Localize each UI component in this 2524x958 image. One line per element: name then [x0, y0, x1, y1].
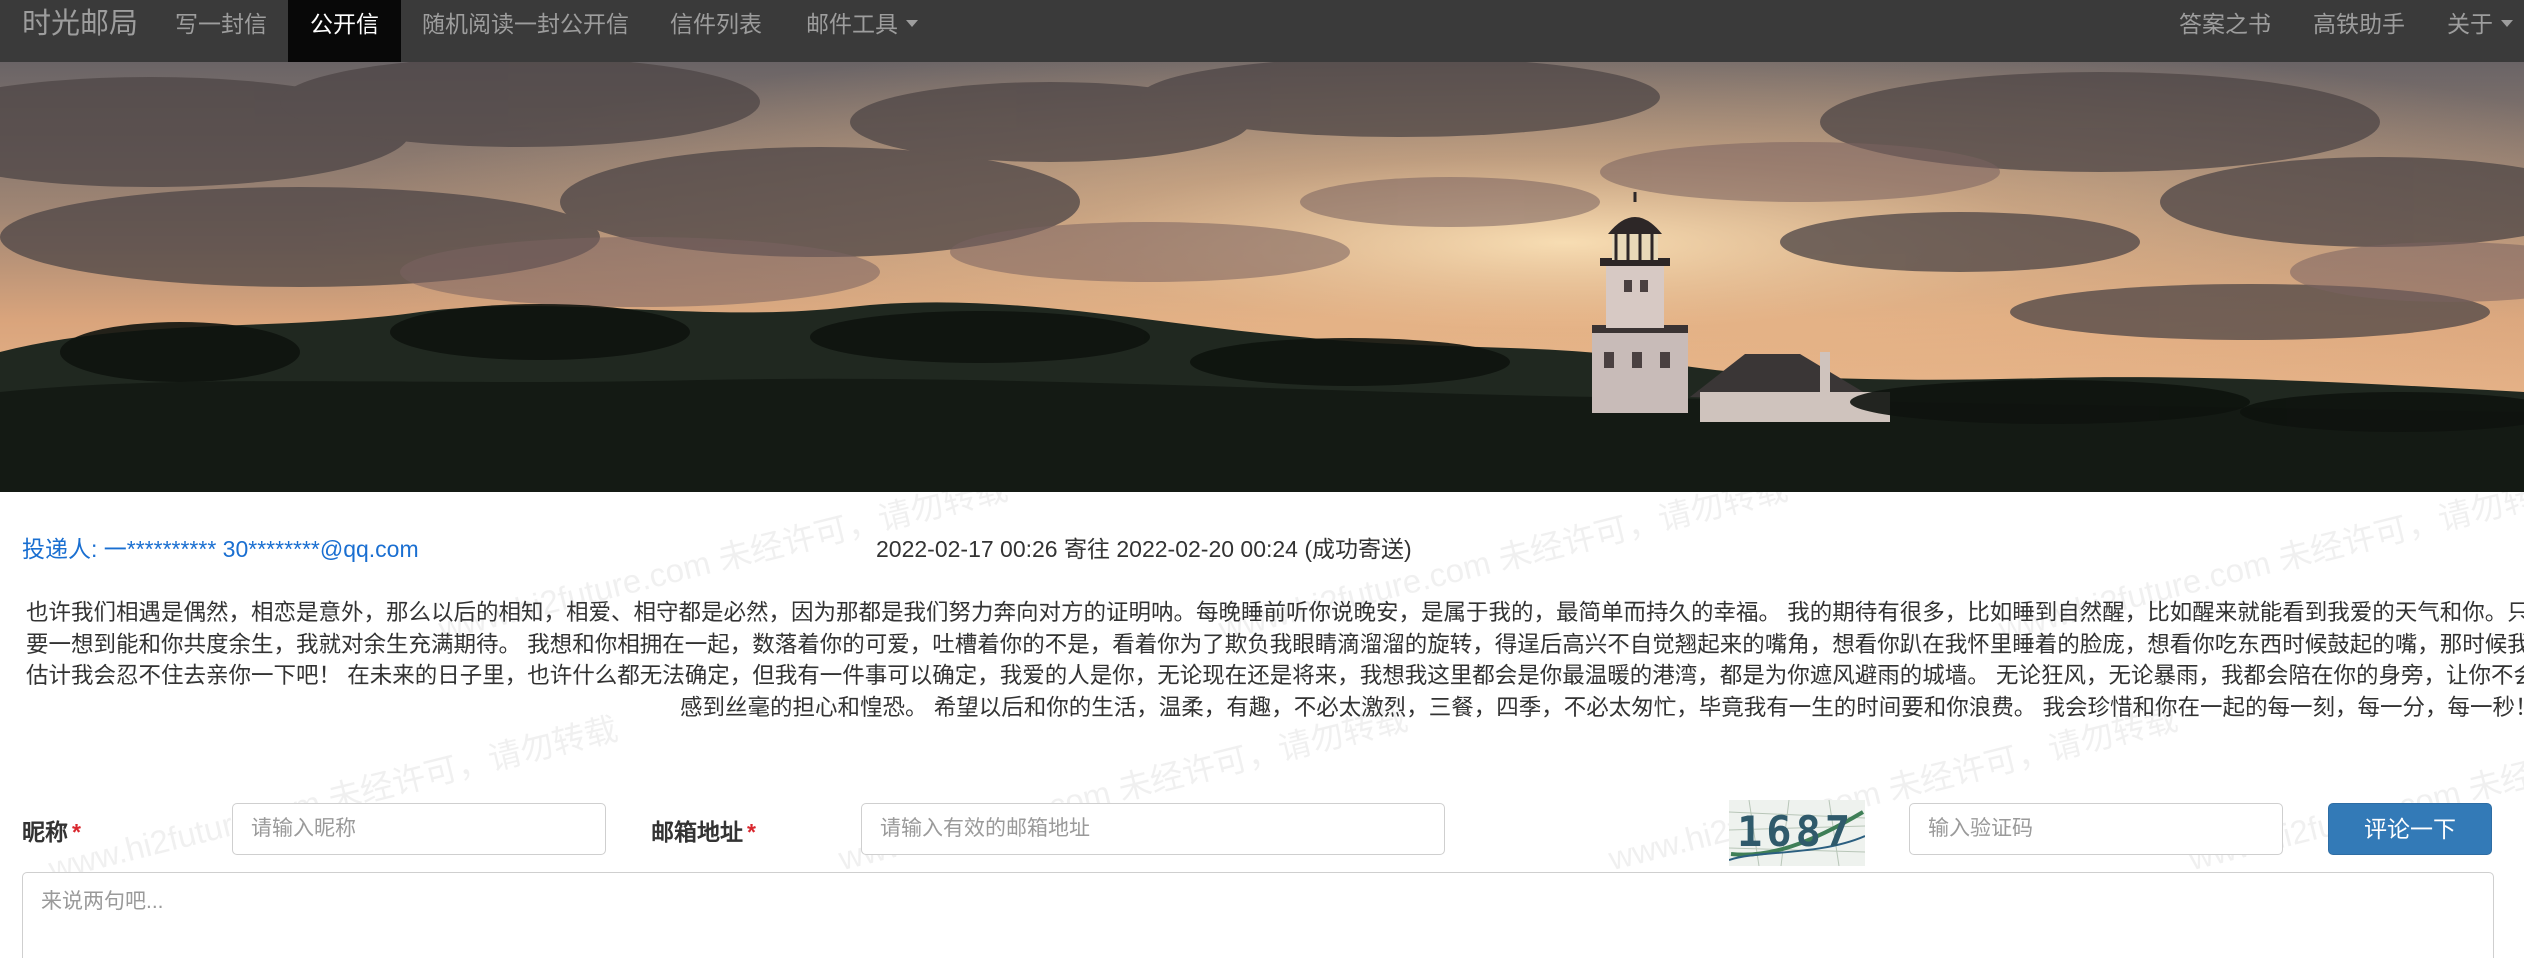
nav-item-write-letter[interactable]: 写一封信 — [153, 0, 289, 62]
brand-logo-link[interactable]: 时光邮局 — [22, 0, 138, 62]
letter-body: 也许我们相遇是偶然，相恋是意外，那么以后的相知，相爱、相守都是必然，因为那都是我… — [26, 597, 2524, 723]
email-input[interactable] — [861, 803, 1445, 855]
letter-line: 估计我会忍不住去亲你一下吧！ 在未来的日子里，也许什么都无法确定，但我有一件事可… — [26, 663, 2524, 688]
captcha-text: 1687 — [1737, 807, 1854, 856]
top-navbar: 时光邮局 写一封信 公开信 随机阅读一封公开信 信件列表 邮件工具 答案之书 高… — [0, 0, 2524, 62]
nickname-label-text: 昵称 — [22, 819, 68, 845]
letter-line: 要一想到能和你共度余生，我就对余生充满期待。 我想和你相拥在一起，数落着你的可爱… — [26, 631, 2524, 657]
letter-line: 也许我们相遇是偶然，相恋是意外，那么以后的相知，相爱、相守都是必然，因为那都是我… — [26, 600, 2524, 625]
nickname-label: 昵称 * — [22, 813, 81, 847]
nav-item-mail-tools-dropdown[interactable]: 邮件工具 — [784, 0, 940, 62]
lighthouse-sunset-illustration — [0, 62, 2524, 492]
captcha-graphic: 1687 — [1729, 800, 1865, 866]
nickname-input[interactable] — [232, 803, 606, 855]
email-label-text: 邮箱地址 — [651, 819, 743, 845]
required-asterisk: * — [747, 819, 756, 845]
watermark-text: www.hi2future.com 未经许可，请勿转载 — [44, 709, 622, 888]
about-label: 关于 — [2447, 11, 2493, 37]
required-asterisk: * — [72, 819, 81, 845]
nav-item-letter-list[interactable]: 信件列表 — [648, 0, 784, 62]
captcha-image[interactable]: 1687 — [1729, 800, 1865, 866]
email-label: 邮箱地址 * — [651, 813, 756, 847]
letter-send-dates: 2022-02-17 00:26 寄往 2022-02-20 00:24 (成功… — [876, 536, 1412, 562]
letter-sender: 投递人: 一********** 30********@qq.com — [22, 536, 419, 562]
nav-item-rail-assistant[interactable]: 高铁助手 — [2291, 0, 2427, 62]
comment-textarea[interactable] — [22, 872, 2494, 958]
nav-item-book-of-answers[interactable]: 答案之书 — [2157, 0, 2293, 62]
nav-item-public-letters[interactable]: 公开信 — [288, 0, 401, 62]
nav-item-random-read[interactable]: 随机阅读一封公开信 — [400, 0, 651, 62]
letter-line: 感到丝毫的担心和惶恐。 希望以后和你的生活，温柔，有趣，不必太激烈，三餐，四季，… — [680, 694, 2524, 720]
captcha-input[interactable] — [1909, 803, 2283, 855]
mail-tools-label: 邮件工具 — [806, 11, 898, 37]
nav-item-about-dropdown[interactable]: 关于 — [2425, 0, 2524, 62]
caret-down-icon — [2501, 20, 2513, 28]
caret-down-icon — [906, 20, 918, 28]
submit-comment-button[interactable]: 评论一下 — [2328, 803, 2492, 855]
lighthouse-banner-image — [0, 62, 2524, 492]
